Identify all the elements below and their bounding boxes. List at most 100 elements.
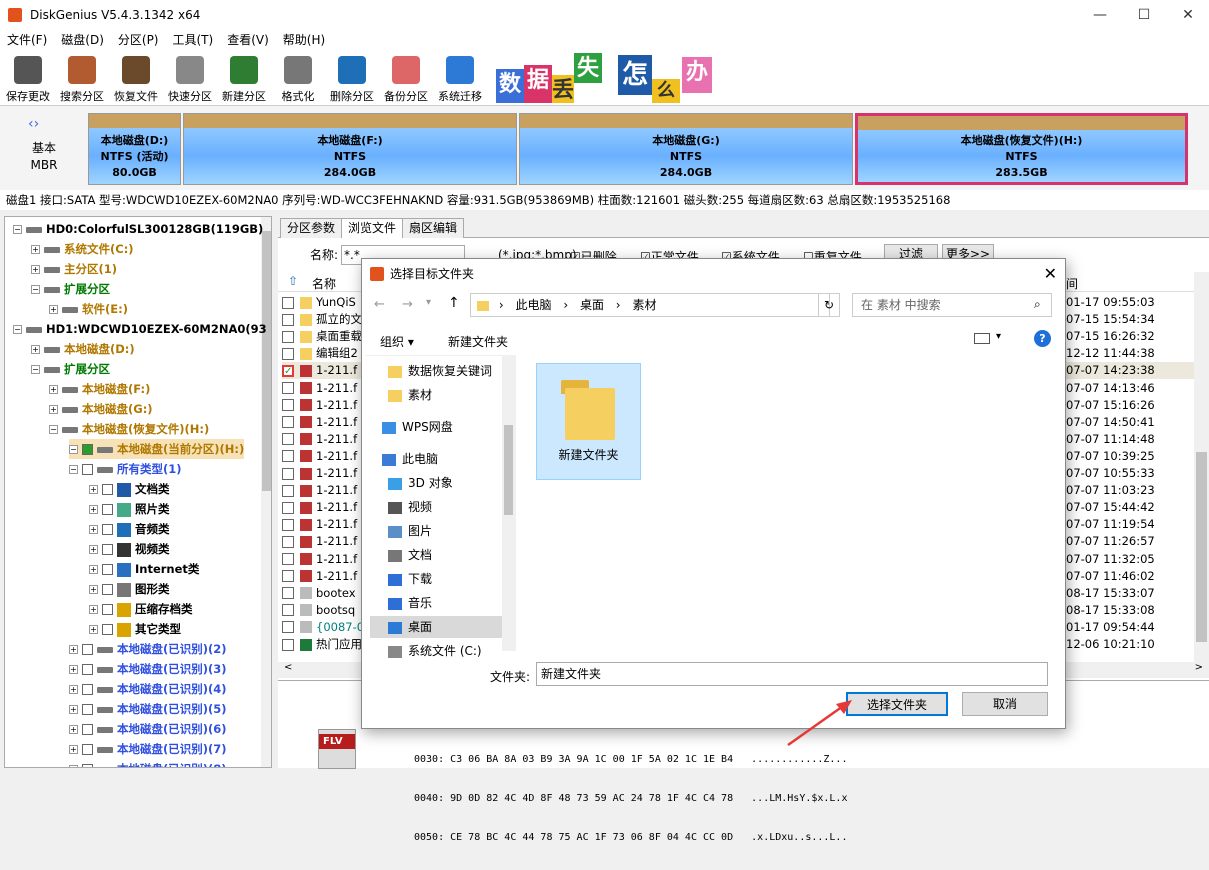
toolbar-button-8[interactable]: 系统迁移	[433, 54, 487, 106]
tree-node[interactable]: + 系统文件(C:)	[31, 239, 134, 259]
tree-checkbox[interactable]	[82, 664, 93, 675]
expand-toggle-icon[interactable]: +	[31, 345, 40, 354]
tree-node[interactable]: + 文档类	[89, 479, 170, 499]
file-row[interactable]: 1-211.f	[282, 533, 362, 550]
expand-toggle-icon[interactable]: +	[69, 705, 78, 714]
partition-f[interactable]: 本地磁盘(F:) NTFS 284.0GB	[183, 113, 517, 185]
expand-toggle-icon[interactable]: +	[31, 265, 40, 274]
tree-checkbox[interactable]	[82, 764, 93, 767]
recent-dropdown-icon[interactable]: ▾	[426, 297, 431, 308]
tree-checkbox[interactable]	[82, 644, 93, 655]
breadcrumb-this-pc[interactable]: 此电脑	[515, 298, 551, 312]
tree-node[interactable]: + 本地磁盘(已识别)(3)	[69, 659, 227, 679]
file-row[interactable]: YunQiS	[282, 294, 362, 311]
file-checkbox[interactable]	[282, 467, 294, 480]
nav-item[interactable]: 桌面	[370, 616, 506, 638]
tree-node[interactable]: − 所有类型(1)	[69, 459, 182, 479]
file-row[interactable]: {0087-0	[282, 619, 362, 636]
help-icon[interactable]: ?	[1034, 330, 1051, 347]
file-checkbox[interactable]	[282, 313, 294, 326]
tree-node[interactable]: + 图形类	[89, 579, 170, 599]
tree-checkbox[interactable]	[82, 444, 93, 455]
file-row[interactable]: 1-211.f	[282, 380, 362, 397]
new-folder-button[interactable]: 新建文件夹	[448, 333, 508, 350]
expand-toggle-icon[interactable]: +	[89, 585, 98, 594]
file-checkbox[interactable]	[282, 382, 294, 394]
file-list-scrollbar[interactable]	[1194, 272, 1209, 662]
search-input[interactable]: 在 素材 中搜索	[852, 293, 1052, 317]
expand-toggle-icon[interactable]: −	[13, 325, 22, 334]
tree-node[interactable]: + 本地磁盘(已识别)(7)	[69, 739, 227, 759]
toolbar-button-3[interactable]: 快速分区	[163, 54, 217, 106]
refresh-icon[interactable]: ↻	[818, 293, 840, 317]
nav-item[interactable]: 视频	[388, 496, 506, 518]
file-checkbox[interactable]	[282, 621, 294, 634]
tree-scrollbar[interactable]	[261, 217, 271, 767]
forward-arrow-icon[interactable]: →	[402, 297, 413, 312]
nav-scrollbar[interactable]	[502, 355, 516, 651]
view-dropdown-icon[interactable]: ▾	[996, 331, 1001, 342]
file-checkbox[interactable]	[282, 416, 294, 429]
tree-node[interactable]: + 主分区(1)	[31, 259, 117, 279]
tree-node[interactable]: +本地磁盘(已识别)(8)	[69, 759, 227, 767]
tree-node[interactable]: + 本地磁盘(已识别)(6)	[69, 719, 227, 739]
tab-browse-files[interactable]: 浏览文件	[341, 218, 404, 238]
file-checkbox[interactable]	[282, 399, 294, 412]
expand-toggle-icon[interactable]: −	[31, 365, 40, 374]
nav-item[interactable]: 系统文件 (C:)	[388, 640, 506, 662]
tree-checkbox[interactable]	[82, 684, 93, 695]
nav-item[interactable]: 图片	[388, 520, 506, 542]
nav-item[interactable]: 数据恢复关键词	[388, 360, 506, 382]
toolbar-button-4[interactable]: 新建分区	[217, 54, 271, 106]
address-bar[interactable]: › 此电脑 › 桌面 › 素材	[470, 293, 830, 317]
breadcrumb-desktop[interactable]: 桌面	[580, 298, 604, 312]
expand-toggle-icon[interactable]: +	[89, 565, 98, 574]
expand-toggle-icon[interactable]: +	[69, 685, 78, 694]
tree-node[interactable]: + 其它类型	[89, 619, 181, 639]
expand-toggle-icon[interactable]: +	[89, 545, 98, 554]
file-row[interactable]: 编辑组2	[282, 345, 362, 362]
tree-checkbox[interactable]	[82, 744, 93, 755]
minimize-button[interactable]: —	[1077, 0, 1123, 30]
file-checkbox[interactable]	[282, 604, 294, 617]
expand-toggle-icon[interactable]: +	[49, 305, 58, 314]
expand-toggle-icon[interactable]: −	[69, 465, 78, 474]
tree-checkbox[interactable]	[102, 604, 113, 615]
file-checkbox[interactable]	[282, 638, 294, 651]
tree-checkbox[interactable]	[102, 504, 113, 515]
tree-node[interactable]: + 本地磁盘(G:)	[49, 399, 153, 419]
tree-checkbox[interactable]	[82, 464, 93, 475]
scroll-left-icon[interactable]: <	[284, 662, 292, 673]
file-checkbox[interactable]	[282, 484, 294, 497]
sort-up-icon[interactable]: ⇧	[288, 274, 298, 288]
nav-item[interactable]: 文档	[388, 544, 506, 566]
expand-toggle-icon[interactable]: +	[69, 645, 78, 654]
expand-toggle-icon[interactable]: +	[69, 745, 78, 754]
tree-node[interactable]: + 本地磁盘(已识别)(5)	[69, 699, 227, 719]
expand-toggle-icon[interactable]: −	[13, 225, 22, 234]
file-row[interactable]: 1-211.f	[282, 465, 362, 482]
tree-node[interactable]: + 软件(E:)	[49, 299, 128, 319]
menu-help[interactable]: 帮助(H)	[276, 30, 332, 50]
file-row[interactable]: bootsq	[282, 602, 362, 619]
folder-name-input[interactable]: 新建文件夹	[536, 662, 1048, 686]
menu-disk[interactable]: 磁盘(D)	[54, 30, 111, 50]
toolbar-button-7[interactable]: 备份分区	[379, 54, 433, 106]
expand-toggle-icon[interactable]: +	[49, 405, 58, 414]
partition-d[interactable]: 本地磁盘(D:) NTFS (活动) 80.0GB	[88, 113, 181, 185]
tree-checkbox[interactable]	[102, 564, 113, 575]
file-checkbox[interactable]	[282, 501, 294, 514]
file-row[interactable]: 1-211.f	[282, 397, 362, 414]
toolbar-button-5[interactable]: 格式化	[271, 54, 325, 106]
file-checkbox[interactable]	[282, 535, 294, 548]
menu-view[interactable]: 查看(V)	[220, 30, 276, 50]
nav-item[interactable]: 3D 对象	[388, 472, 506, 494]
expand-toggle-icon[interactable]: +	[89, 525, 98, 534]
maximize-button[interactable]: ☐	[1121, 0, 1167, 30]
tree-checkbox[interactable]	[102, 584, 113, 595]
col-time[interactable]: 间	[1066, 275, 1078, 292]
menu-file[interactable]: 文件(F)	[0, 30, 54, 50]
dialog-close-icon[interactable]: ✕	[1044, 259, 1057, 289]
tree-node[interactable]: + 视频类	[89, 539, 170, 559]
tree-node[interactable]: + 本地磁盘(F:)	[49, 379, 150, 399]
